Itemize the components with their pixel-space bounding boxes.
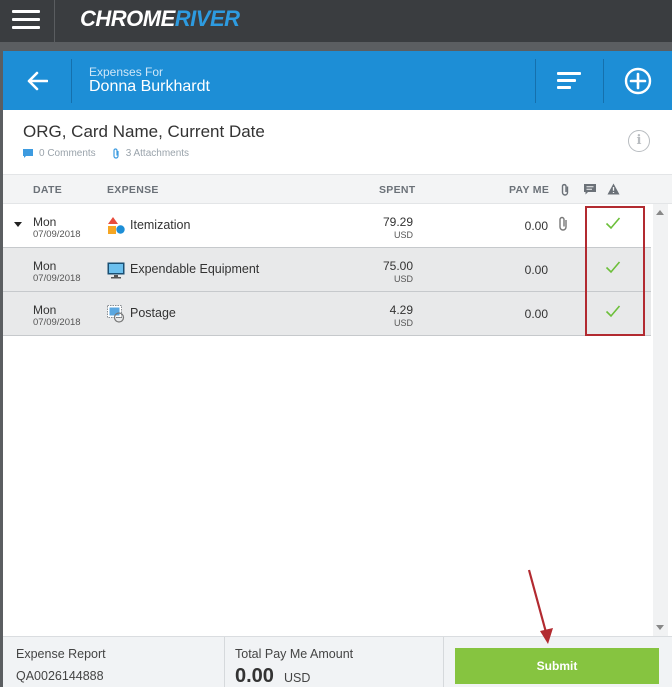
expand-caret-icon[interactable] bbox=[14, 222, 22, 227]
hamburger-icon[interactable] bbox=[0, 0, 52, 38]
submit-button[interactable]: Submit bbox=[455, 648, 659, 684]
scrollbar[interactable] bbox=[653, 204, 668, 636]
topbar-divider bbox=[54, 0, 55, 42]
total-payme-value: 0.00 bbox=[235, 665, 274, 687]
table-row[interactable]: Mon 07/09/2018 Expendable Equipment 75.0… bbox=[3, 248, 651, 292]
column-expense[interactable]: EXPENSE bbox=[107, 184, 159, 196]
row-spent: 79.29 bbox=[382, 215, 413, 229]
employee-name: Donna Burkhardt bbox=[89, 78, 210, 95]
expense-report-id: QA0026144888 bbox=[16, 669, 104, 683]
total-payme-currency: USD bbox=[284, 671, 311, 685]
expense-list: Mon 07/09/2018 Itemization 79.29 USD 0.0… bbox=[3, 204, 651, 336]
footer-divider bbox=[443, 637, 444, 687]
top-app-bar: CHROMERIVER bbox=[0, 0, 672, 42]
monitor-icon bbox=[107, 262, 125, 279]
row-currency: USD bbox=[393, 274, 413, 284]
sort-button[interactable] bbox=[535, 51, 603, 110]
row-day: Mon bbox=[33, 303, 57, 317]
add-expense-button[interactable] bbox=[604, 51, 672, 110]
row-expense-name: Expendable Equipment bbox=[130, 262, 260, 276]
logo-part2: RIVER bbox=[174, 6, 240, 31]
attachment-column-icon bbox=[561, 183, 569, 196]
report-title: ORG, Card Name, Current Date bbox=[23, 122, 265, 141]
row-date: 07/09/2018 bbox=[33, 317, 81, 328]
attachment-icon bbox=[113, 148, 119, 159]
row-payme: 0.00 bbox=[524, 307, 548, 321]
back-button[interactable] bbox=[3, 51, 71, 110]
header-divider bbox=[71, 59, 72, 103]
expense-report-label: Expense Report bbox=[16, 647, 106, 661]
chrome-river-logo: CHROMERIVER bbox=[80, 6, 240, 32]
table-row[interactable]: Mon 07/09/2018 Postage 4.29 USD 0.00 bbox=[3, 292, 651, 336]
row-expense-name: Itemization bbox=[130, 218, 191, 232]
report-meta: 0 Comments 3 Attachments bbox=[23, 148, 189, 159]
attachment-icon[interactable] bbox=[558, 216, 569, 231]
comment-icon bbox=[23, 148, 33, 158]
row-spent: 75.00 bbox=[382, 259, 413, 273]
column-date[interactable]: DATE bbox=[33, 184, 62, 196]
report-footer: Expense Report QA0026144888 Total Pay Me… bbox=[3, 636, 672, 687]
row-currency: USD bbox=[393, 230, 413, 240]
row-payme: 0.00 bbox=[524, 219, 548, 233]
row-day: Mon bbox=[33, 215, 57, 229]
column-spent[interactable]: SPENT bbox=[379, 184, 416, 196]
table-row[interactable]: Mon 07/09/2018 Itemization 79.29 USD 0.0… bbox=[3, 204, 651, 248]
info-icon[interactable]: i bbox=[628, 130, 650, 152]
comments-link[interactable]: 0 Comments bbox=[39, 148, 96, 159]
row-payme: 0.00 bbox=[524, 263, 548, 277]
plus-circle-icon bbox=[624, 67, 652, 94]
column-payme[interactable]: PAY ME bbox=[509, 184, 549, 196]
row-date: 07/09/2018 bbox=[33, 273, 81, 284]
row-expense-name: Postage bbox=[130, 306, 176, 320]
row-spent: 4.29 bbox=[389, 303, 413, 317]
row-date: 07/09/2018 bbox=[33, 229, 81, 240]
warning-column-icon bbox=[607, 183, 620, 195]
attachments-link[interactable]: 3 Attachments bbox=[126, 148, 189, 159]
scroll-down-icon[interactable] bbox=[656, 625, 664, 630]
header-subtitle: Expenses For bbox=[89, 65, 164, 79]
annotation-arrow-icon bbox=[527, 569, 553, 644]
annotation-highlight-box bbox=[585, 206, 645, 336]
itemization-icon bbox=[108, 217, 125, 234]
postage-icon bbox=[107, 305, 125, 323]
logo-part1: CHROME bbox=[80, 6, 175, 31]
footer-divider bbox=[224, 637, 225, 687]
comment-column-icon bbox=[584, 184, 596, 195]
arrow-left-icon bbox=[27, 71, 48, 90]
expense-report-panel: ORG, Card Name, Current Date 0 Comments … bbox=[3, 110, 672, 636]
total-payme-label: Total Pay Me Amount bbox=[235, 647, 354, 661]
row-currency: USD bbox=[393, 318, 413, 328]
scroll-up-icon[interactable] bbox=[656, 210, 664, 215]
report-header: Expenses For Donna Burkhardt bbox=[3, 51, 672, 110]
table-header: DATE EXPENSE SPENT PAY ME bbox=[3, 174, 672, 204]
row-day: Mon bbox=[33, 259, 57, 273]
